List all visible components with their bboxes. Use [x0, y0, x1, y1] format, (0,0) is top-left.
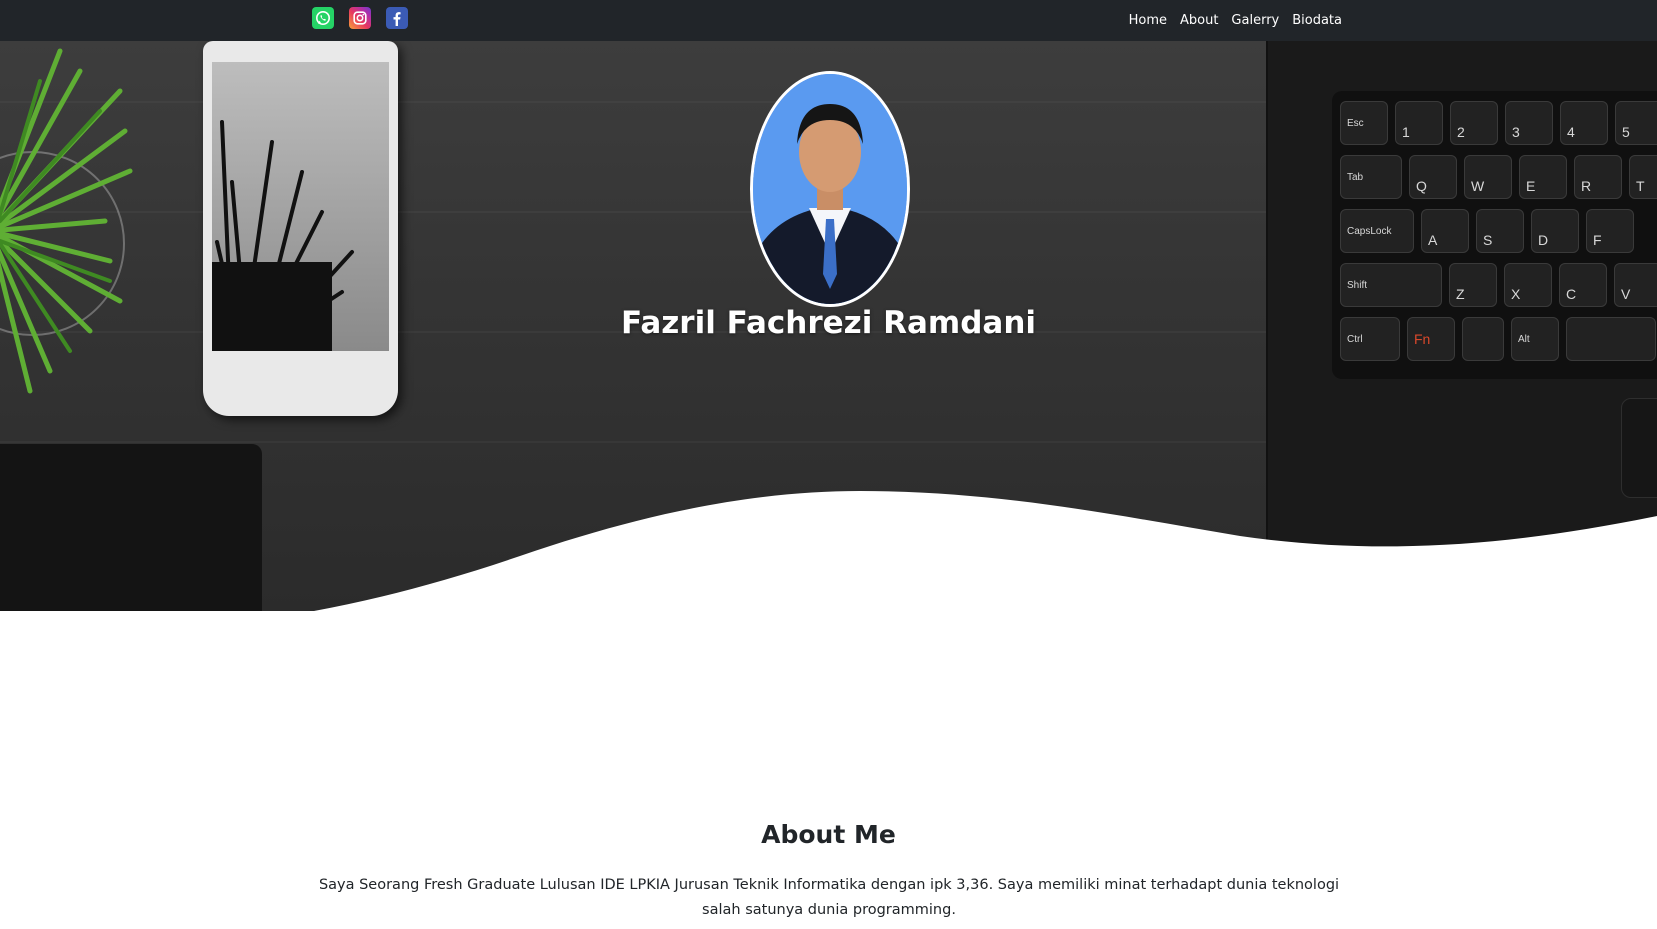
about-title: About Me [761, 820, 896, 849]
whatsapp-icon[interactable] [312, 7, 334, 29]
plant-image [0, 48, 133, 394]
nav-gallery-link[interactable]: Galerry [1231, 13, 1279, 28]
about-text: Saya Seorang Fresh Graduate Lulusan IDE … [318, 877, 1340, 918]
navbar: Home About Galerry Biodata [0, 0, 1657, 41]
hero-name: Fazril Fachrezi Ramdani [620, 305, 1037, 341]
nav-about-link[interactable]: About [1180, 13, 1218, 28]
hero-wave-divider [313, 491, 1657, 611]
nav-links: Home About Galerry Biodata [1129, 0, 1342, 41]
nav-home-link[interactable]: Home [1129, 13, 1167, 28]
wood-grain [0, 101, 1266, 103]
social-links [312, 7, 408, 29]
phone-image [203, 41, 398, 416]
wood-grain [0, 211, 1266, 213]
profile-photo [750, 71, 910, 307]
wood-grain [0, 441, 1266, 443]
nav-biodata-link[interactable]: Biodata [1292, 13, 1342, 28]
instagram-icon[interactable] [349, 7, 371, 29]
facebook-icon[interactable] [386, 7, 408, 29]
hero-section: Esc 1 2 3 4 5 Tab Q W E R T CapsLock A S… [0, 41, 1657, 611]
